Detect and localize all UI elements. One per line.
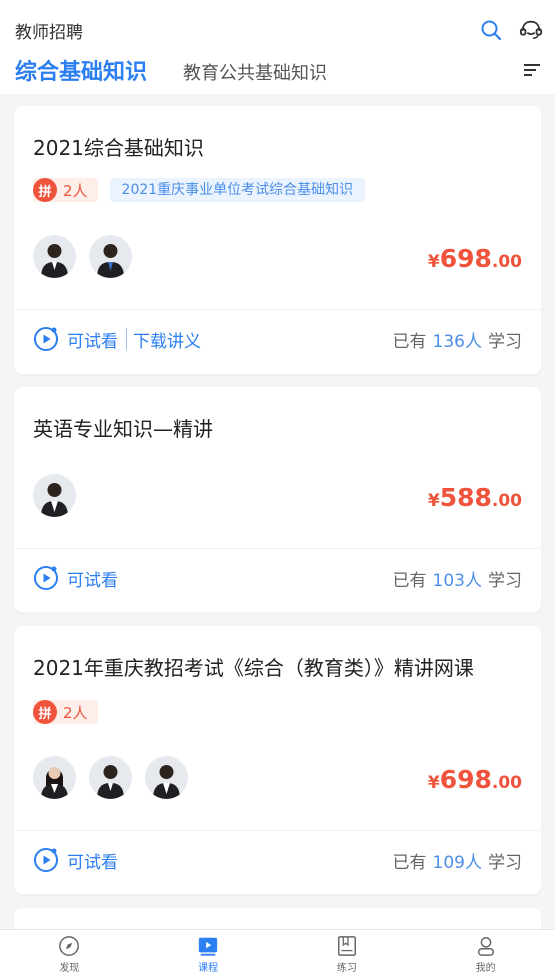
group-buy-count: 2人 [63, 181, 88, 200]
header-icons [479, 18, 543, 42]
group-buy-badge: 拼 2人 [33, 700, 98, 724]
course-tags: 拼 2人 2021重庆事业单位考试综合基础知识 [33, 178, 366, 202]
tab-comprehensive-basics[interactable]: 综合基础知识 [15, 54, 147, 86]
avatar [145, 756, 188, 799]
group-buy-icon: 拼 [33, 700, 57, 724]
course-card[interactable]: 2021年重庆教招考试《综合（教育类）》精讲网课 拼 2人 ¥698.00 可试… [14, 626, 541, 894]
course-price: ¥698.00 [427, 765, 522, 794]
exam-tag: 2021重庆事业单位考试综合基础知识 [109, 178, 366, 202]
tab-education-public-basics[interactable]: 教育公共基础知识 [183, 59, 327, 85]
download-handout-link[interactable]: 下载讲义 [133, 327, 201, 352]
teacher-avatars [33, 756, 188, 799]
nav-discover[interactable]: 发现 [0, 930, 139, 974]
learner-count: 已有 103人 学习 [392, 570, 522, 591]
nav-practice[interactable]: 练习 [278, 930, 417, 974]
category-tabs: 综合基础知识 教育公共基础知识 [15, 54, 327, 86]
play-circle-icon[interactable] [33, 326, 59, 352]
group-buy-icon: 拼 [33, 178, 57, 202]
filter-icon[interactable] [523, 62, 541, 78]
avatar [33, 756, 76, 799]
course-card[interactable]: 2021综合基础知识 拼 2人 2021重庆事业单位考试综合基础知识 ¥698.… [14, 106, 541, 374]
divider [14, 830, 541, 831]
trial-link[interactable]: 可试看 [67, 327, 118, 352]
divider [126, 328, 127, 350]
divider [14, 548, 541, 549]
compass-icon [59, 936, 80, 956]
user-icon [477, 937, 494, 956]
customer-service-icon[interactable] [519, 18, 543, 42]
play-circle-icon[interactable] [33, 565, 59, 591]
teacher-avatars [33, 235, 132, 278]
play-video-icon [198, 937, 218, 956]
play-circle-icon[interactable] [33, 847, 59, 873]
course-price: ¥698.00 [427, 244, 522, 273]
course-card[interactable]: 英语专业知识—精讲 ¥588.00 可试看 已有 103人 学习 [14, 387, 541, 612]
teacher-avatars [33, 474, 76, 517]
avatar [89, 235, 132, 278]
avatar [33, 235, 76, 278]
book-icon [337, 936, 356, 956]
avatar [89, 756, 132, 799]
card-footer: 可试看 已有 109人 学习 [33, 847, 522, 873]
trial-link[interactable]: 可试看 [67, 566, 118, 591]
nav-mine[interactable]: 我的 [416, 930, 555, 974]
course-title: 2021综合基础知识 [33, 136, 204, 160]
nav-courses[interactable]: 课程 [139, 930, 278, 974]
trial-link[interactable]: 可试看 [67, 848, 118, 873]
learner-count: 已有 109人 学习 [392, 852, 522, 873]
course-title: 2021年重庆教招考试《综合（教育类）》精讲网课 [33, 656, 474, 680]
app-title: 教师招聘 [15, 23, 83, 43]
header: 教师招聘 综合基础知识 教育公共基础知识 [0, 0, 555, 94]
avatar [33, 474, 76, 517]
course-price: ¥588.00 [427, 483, 522, 512]
card-footer: 可试看 下载讲义 已有 136人 学习 [33, 326, 522, 352]
group-buy-count: 2人 [63, 703, 88, 722]
card-footer: 可试看 已有 103人 学习 [33, 565, 522, 591]
learner-count: 已有 136人 学习 [392, 331, 522, 352]
bottom-nav: 发现 课程 练习 我的 [0, 929, 555, 974]
group-buy-badge: 拼 2人 [33, 178, 98, 202]
course-title: 英语专业知识—精讲 [33, 417, 213, 441]
course-tags: 拼 2人 [33, 700, 98, 724]
search-icon[interactable] [479, 18, 503, 42]
divider [14, 309, 541, 310]
